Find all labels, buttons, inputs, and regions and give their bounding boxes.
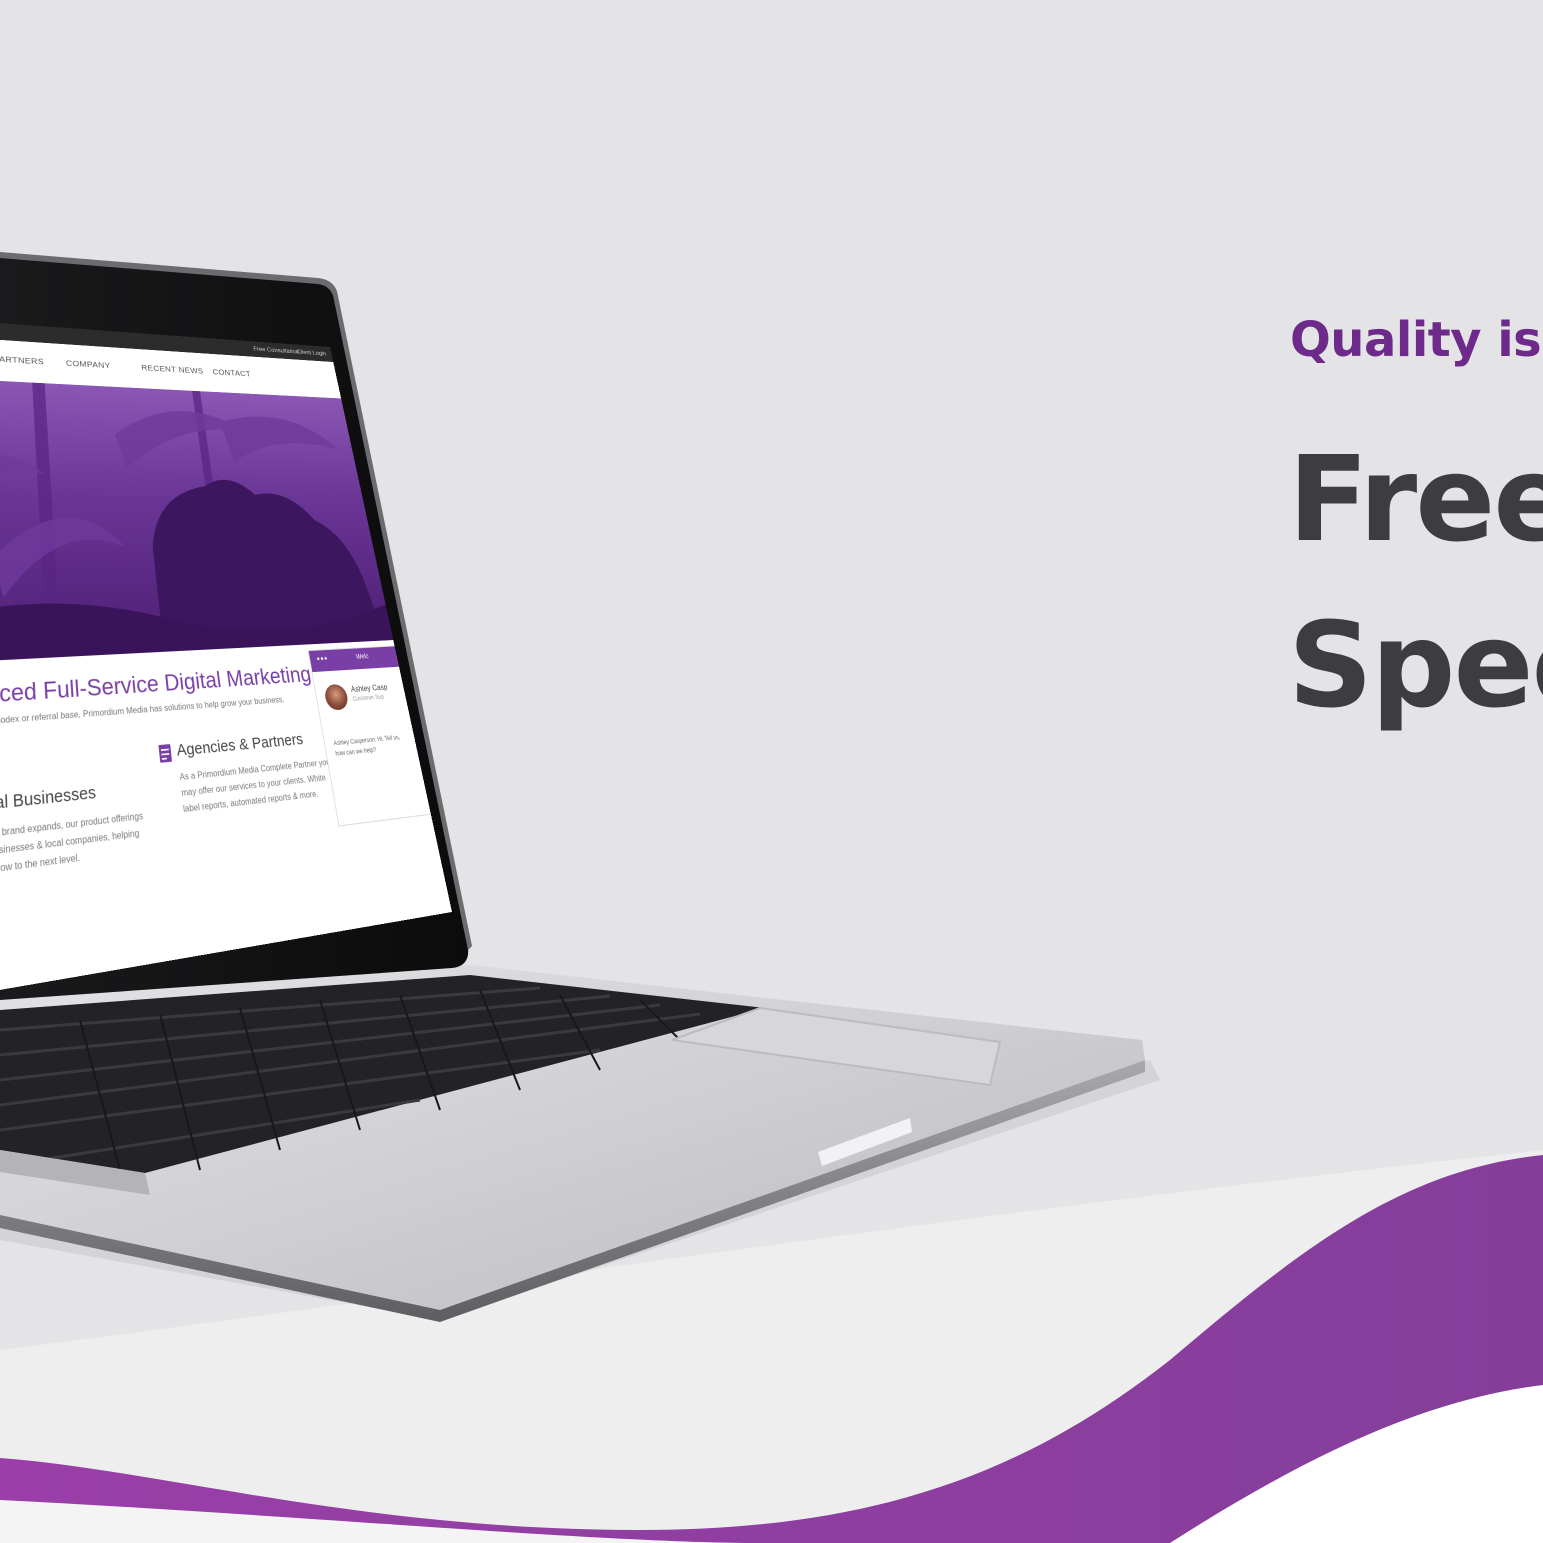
- topbar-link-login[interactable]: Client Login: [296, 349, 327, 357]
- chat-message: Ashley Casperson: Hi, Tell us, how can w…: [333, 735, 401, 758]
- headline-line-1: Free: [1288, 430, 1543, 568]
- headline-line-2: Spec: [1288, 596, 1543, 734]
- local-businesses-title: Local Businesses: [0, 782, 97, 817]
- chat-agent-name: Ashley Casp: [350, 682, 389, 695]
- local-businesses-text: As your brand expands, our product offer…: [0, 810, 144, 878]
- agencies-partners-title: Agencies & Partners: [175, 730, 305, 761]
- tagline-kicker: Quality is: [1290, 312, 1542, 368]
- avatar: [323, 683, 350, 711]
- hero-banner: [0, 377, 394, 664]
- topbar-link-consultation[interactable]: Free Consultation: [253, 346, 300, 355]
- nav-item-partners[interactable]: PARTNERS: [0, 355, 44, 367]
- chat-header: ••• Welc: [308, 646, 400, 673]
- mockup-canvas: Free Consultation Client Login NS PARTNE…: [0, 0, 1543, 1543]
- nav-item-contact[interactable]: CONTACT: [212, 368, 251, 378]
- nav-item-company[interactable]: COMPANY: [66, 359, 111, 370]
- chat-header-label: Welc: [355, 653, 370, 661]
- agencies-partners-text: As a Primordium Media Complete Partner y…: [179, 757, 331, 815]
- jungle-lion-illustration: [0, 382, 394, 664]
- document-icon: [158, 744, 173, 763]
- chat-agent-role: Customer Sup: [352, 694, 385, 703]
- chat-menu-icon[interactable]: •••: [316, 654, 329, 665]
- nav-item-recent-news[interactable]: RECENT NEWS: [141, 364, 204, 376]
